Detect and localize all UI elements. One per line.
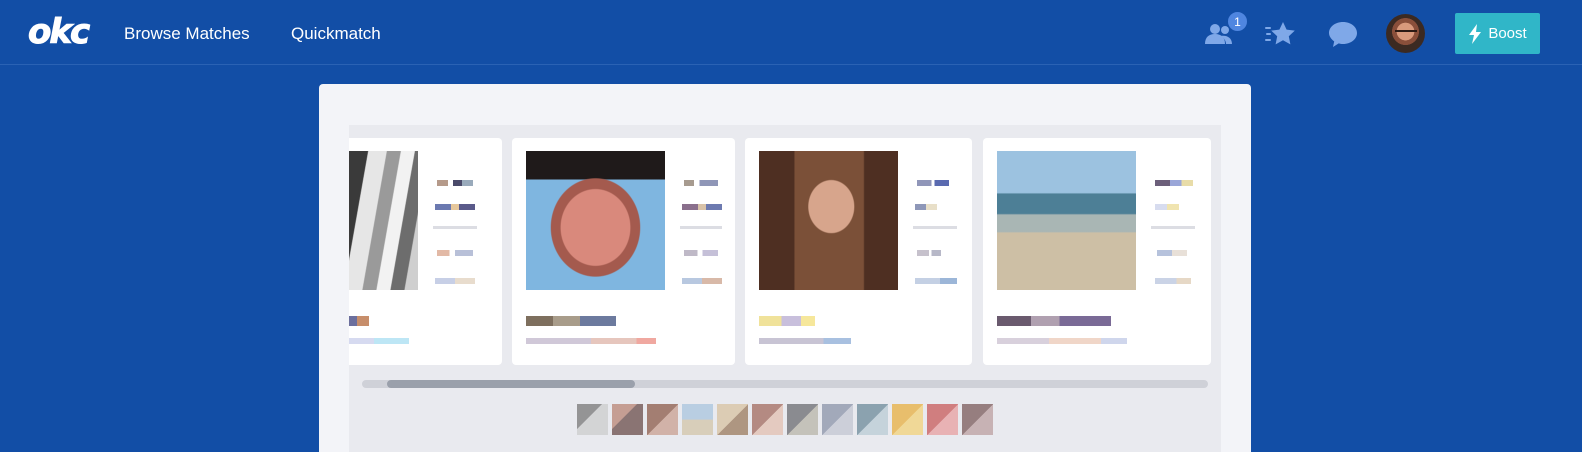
thumbnail[interactable] [927,404,958,435]
match-name [349,316,369,326]
match-carousel [349,125,1221,452]
match-stat [435,204,475,210]
match-stat [435,278,475,284]
thumbnail[interactable] [577,404,608,435]
match-photo [349,151,418,290]
match-stat [684,180,718,186]
match-photo [759,151,898,290]
match-stat [915,278,957,284]
nav-browse-matches[interactable]: Browse Matches [124,24,250,44]
match-stat [437,180,473,186]
match-stat [1157,250,1187,256]
match-divider [1151,226,1195,229]
match-photo [526,151,665,290]
match-name [997,316,1111,326]
carousel-scrollbar-thumb[interactable] [387,380,635,388]
match-subtitle [759,338,851,344]
match-divider [913,226,957,229]
match-subtitle [526,338,656,344]
match-divider [680,226,722,229]
thumbnail[interactable] [752,404,783,435]
avatar-glasses [1395,30,1417,35]
boost-button[interactable]: Boost [1455,13,1540,54]
matches-panel [319,84,1251,452]
thumbnail[interactable] [892,404,923,435]
match-card[interactable] [349,138,502,365]
lightning-icon [1469,23,1482,44]
match-stat [684,250,718,256]
nav-quickmatch[interactable]: Quickmatch [291,24,381,44]
match-photo [997,151,1136,290]
match-stat [917,180,949,186]
star-icon[interactable] [1263,17,1297,51]
match-name [526,316,616,326]
match-stat [682,204,722,210]
match-name [759,316,815,326]
match-thumbnails [577,404,993,435]
match-stat [1155,204,1179,210]
thumbnail[interactable] [787,404,818,435]
thumbnail[interactable] [857,404,888,435]
thumbnail[interactable] [612,404,643,435]
chat-icon[interactable] [1326,17,1360,51]
match-divider [433,226,477,229]
match-card[interactable] [512,138,735,365]
thumbnail[interactable] [962,404,993,435]
okc-logo[interactable]: okc [27,14,90,51]
match-card[interactable] [983,138,1211,365]
match-subtitle [997,338,1127,344]
thumbnail[interactable] [682,404,713,435]
match-stat [915,204,937,210]
match-subtitle [349,338,409,344]
top-nav: okc Browse Matches Quickmatch 1 Boost [0,0,1582,65]
thumbnail[interactable] [647,404,678,435]
thumbnail[interactable] [717,404,748,435]
thumbnail[interactable] [822,404,853,435]
likes-count-badge: 1 [1227,11,1248,32]
boost-label: Boost [1488,25,1527,42]
match-stat [682,278,722,284]
match-stat [437,250,473,256]
carousel-scrollbar[interactable] [362,380,1208,388]
match-stat [1155,278,1191,284]
match-stat [1155,180,1193,186]
match-card[interactable] [745,138,972,365]
match-stat [917,250,941,256]
user-avatar[interactable] [1386,14,1425,53]
